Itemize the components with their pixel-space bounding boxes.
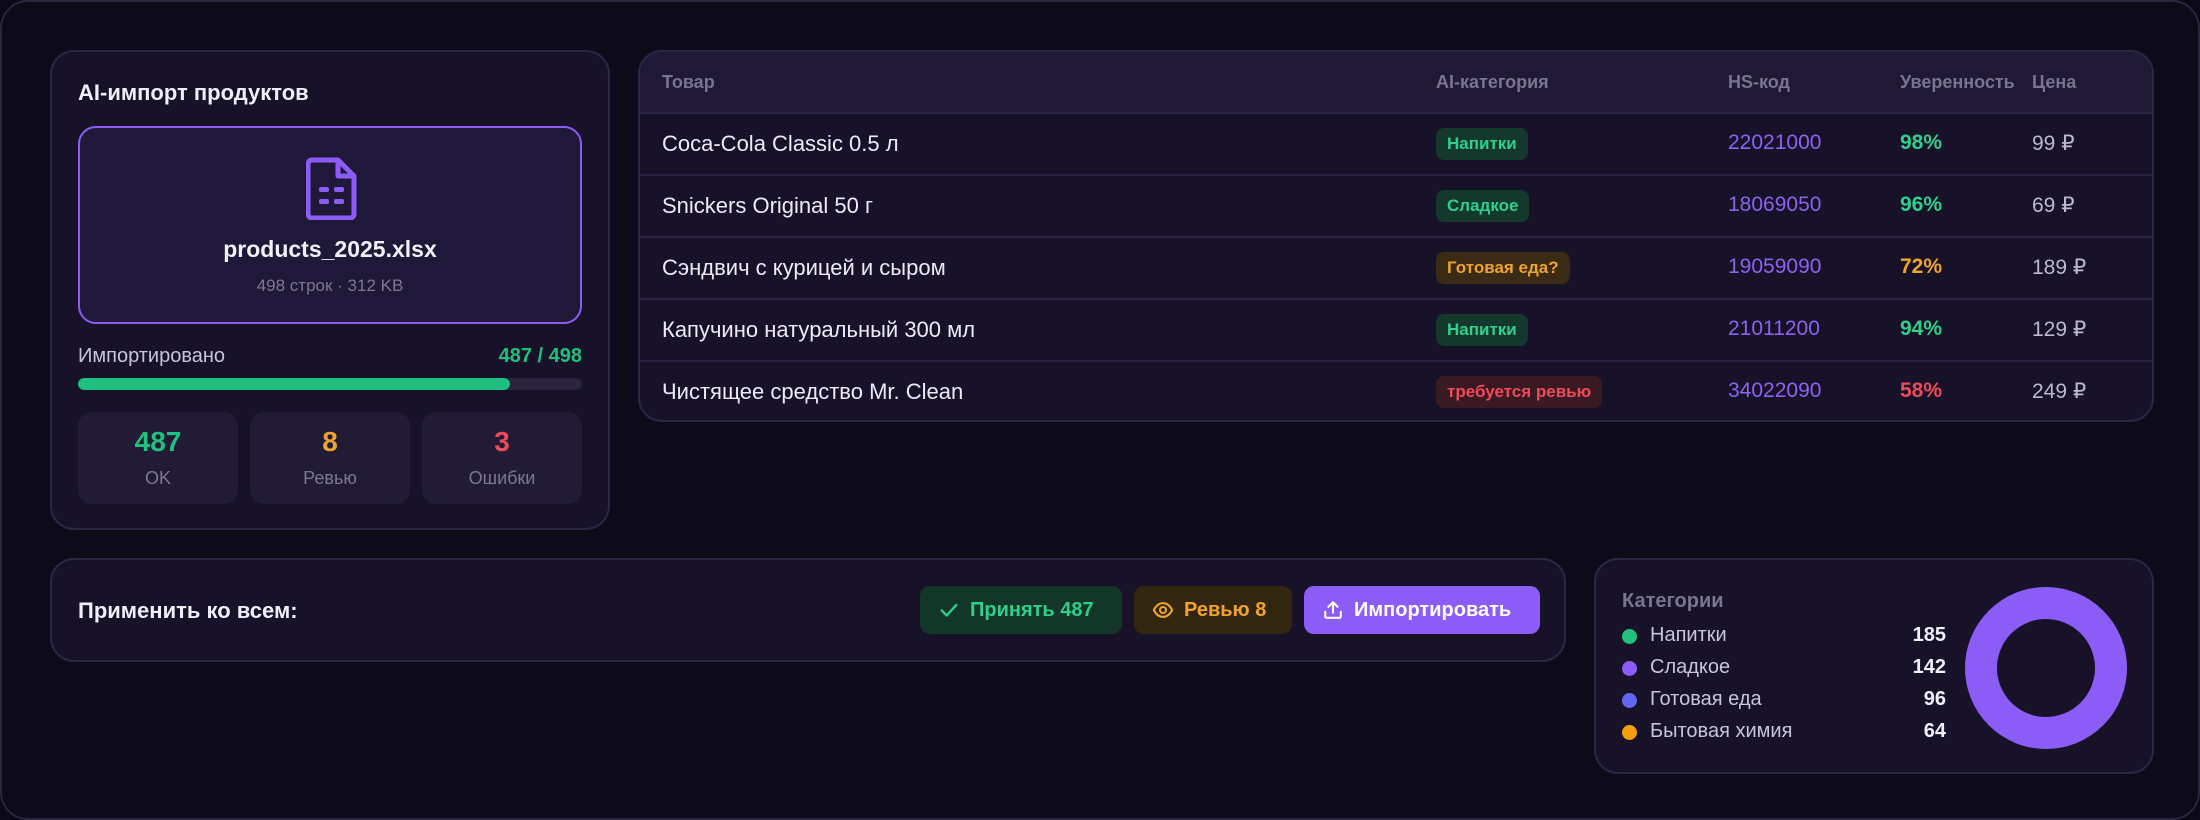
- categories-donut-chart: [1965, 587, 2127, 749]
- review-button[interactable]: Ревью 8: [1134, 586, 1292, 634]
- price-value: 99 ₽: [2032, 132, 2075, 155]
- progress-fill: [78, 378, 511, 390]
- apply-all-bar: Применить ко всем: Принять 487 Ревью 8 И…: [50, 558, 1566, 662]
- table-row[interactable]: Сэндвич с курицей и сыром Готовая еда? 1…: [640, 238, 2152, 300]
- category-count: 185: [1912, 624, 1946, 646]
- stat-ok-value: 487: [134, 426, 182, 457]
- category-badge[interactable]: Сладкое: [1436, 190, 1530, 222]
- category-item: Готовая еда 96: [1622, 686, 1946, 714]
- product-name: Капучино натуральный 300 мл: [662, 317, 976, 342]
- donut-ring: [1965, 587, 2127, 749]
- table-row[interactable]: Snickers Original 50 г Сладкое 18069050 …: [640, 176, 2152, 238]
- stat-review-label: Ревью: [303, 468, 357, 488]
- progress-bar: [78, 378, 582, 390]
- app-frame: AI-импорт продуктов products_2025.xlsx 4…: [0, 0, 2200, 820]
- accept-all-button[interactable]: Принять 487: [920, 586, 1122, 634]
- category-name: Сладкое: [1650, 656, 1731, 678]
- categories-card: Категории Напитки 185 Сладкое 142 Готова…: [1594, 558, 2154, 774]
- file-name: products_2025.xlsx: [223, 236, 437, 262]
- price-value: 249 ₽: [2032, 380, 2087, 403]
- stat-errors-value: 3: [494, 426, 510, 457]
- confidence-value: 58%: [1900, 379, 1943, 402]
- review-label: Ревью 8: [1184, 598, 1267, 621]
- import-button[interactable]: Импортировать: [1304, 586, 1540, 634]
- apply-all-label: Применить ко всем:: [78, 598, 298, 623]
- column-header-product[interactable]: Товар: [662, 72, 715, 93]
- column-header-price[interactable]: Цена: [2032, 72, 2076, 93]
- confidence-value: 94%: [1900, 317, 1943, 340]
- check-icon: [940, 603, 958, 617]
- import-card: AI-импорт продуктов products_2025.xlsx 4…: [50, 50, 610, 530]
- category-dot: [1622, 629, 1637, 644]
- stat-ok: 487 OK: [78, 412, 238, 504]
- product-name: Snickers Original 50 г: [662, 193, 873, 218]
- confidence-value: 96%: [1900, 193, 1943, 216]
- table-row[interactable]: Чистящее средство Mr. Clean требуется ре…: [640, 362, 2152, 420]
- category-name: Напитки: [1650, 624, 1727, 646]
- import-title: AI-импорт продуктов: [78, 80, 309, 105]
- category-dot: [1622, 693, 1637, 708]
- category-count: 64: [1923, 720, 1946, 742]
- column-header-category[interactable]: AI-категория: [1436, 72, 1549, 93]
- progress-label: Импортировано: [78, 345, 226, 367]
- category-badge[interactable]: требуется ревью: [1436, 376, 1603, 408]
- file-meta: 498 строк · 312 KB: [256, 276, 404, 295]
- hs-code: 34022090: [1728, 379, 1822, 402]
- import-label: Импортировать: [1354, 598, 1512, 621]
- accept-all-label: Принять 487: [970, 598, 1094, 621]
- price-value: 69 ₽: [2032, 194, 2075, 217]
- category-item: Бытовая химия 64: [1622, 718, 1946, 746]
- table-row[interactable]: Капучино натуральный 300 мл Напитки 2101…: [640, 300, 2152, 362]
- product-name: Сэндвич с курицей и сыром: [662, 255, 946, 280]
- category-count: 96: [1923, 688, 1946, 710]
- file-spreadsheet-icon: [306, 157, 357, 220]
- confidence-value: 72%: [1900, 255, 1943, 278]
- products-table: Товар AI-категория HS-код Уверенность Це…: [638, 50, 2154, 422]
- table-header: Товар AI-категория HS-код Уверенность Це…: [640, 52, 2152, 114]
- category-count: 142: [1912, 656, 1946, 678]
- price-value: 189 ₽: [2032, 256, 2087, 279]
- hs-code: 21011200: [1728, 317, 1820, 340]
- category-dot: [1622, 661, 1637, 676]
- category-badge[interactable]: Готовая еда?: [1436, 252, 1570, 284]
- category-item: Сладкое 142: [1622, 654, 1946, 682]
- upload-icon: [1324, 601, 1342, 619]
- stat-errors: 3 Ошибки: [422, 412, 582, 504]
- price-value: 129 ₽: [2032, 318, 2087, 341]
- category-dot: [1622, 725, 1637, 740]
- table-row[interactable]: Coca-Cola Classic 0.5 л Напитки 22021000…: [640, 114, 2152, 176]
- progress-value: 487 / 498: [498, 345, 582, 367]
- eye-icon: [1152, 602, 1174, 618]
- confidence-value: 98%: [1900, 131, 1943, 154]
- product-name: Чистящее средство Mr. Clean: [662, 379, 964, 404]
- categories-title: Категории: [1622, 590, 1724, 612]
- hs-code: 18069050: [1728, 193, 1822, 216]
- category-badge[interactable]: Напитки: [1436, 128, 1528, 160]
- category-badge[interactable]: Напитки: [1436, 314, 1528, 346]
- column-header-confidence[interactable]: Уверенность: [1900, 72, 2015, 93]
- file-dropzone[interactable]: products_2025.xlsx 498 строк · 312 KB: [78, 126, 582, 324]
- stat-ok-label: OK: [144, 468, 171, 488]
- category-name: Бытовая химия: [1650, 720, 1793, 742]
- hs-code: 22021000: [1728, 131, 1822, 154]
- stat-review-value: 8: [322, 426, 338, 457]
- category-item: Напитки 185: [1622, 622, 1946, 650]
- product-name: Coca-Cola Classic 0.5 л: [662, 131, 899, 156]
- column-header-hs-code[interactable]: HS-код: [1728, 72, 1790, 93]
- stat-review: 8 Ревью: [250, 412, 410, 504]
- stat-errors-label: Ошибки: [468, 468, 536, 488]
- category-name: Готовая еда: [1650, 688, 1762, 710]
- hs-code: 19059090: [1728, 255, 1822, 278]
